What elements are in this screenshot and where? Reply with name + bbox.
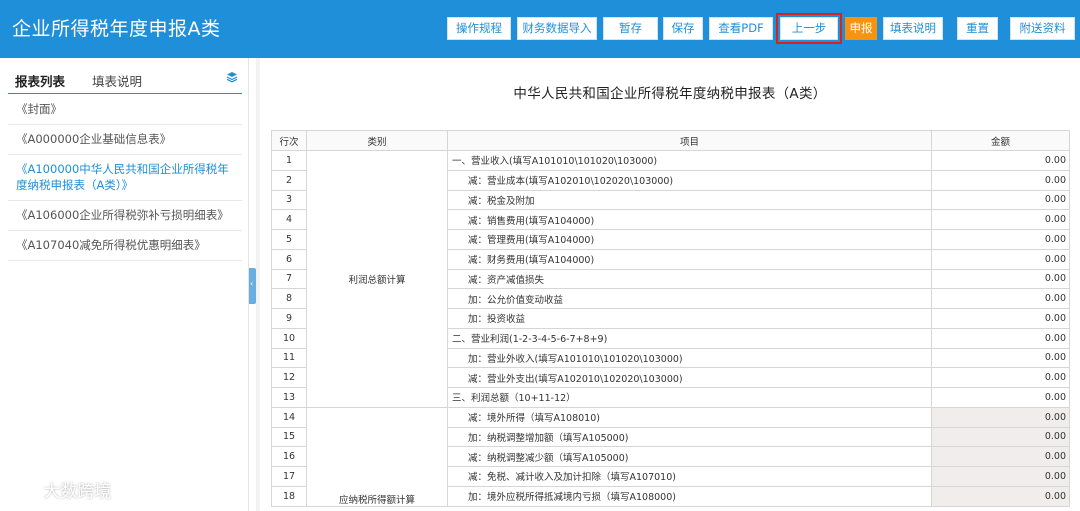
save-button[interactable]: 保存 (663, 17, 703, 40)
item-label: 加：投资收益 (447, 308, 932, 329)
sidebar: 报表列表 填表说明 《封面》 《A000000企业基础信息表》 《A100000… (0, 58, 249, 511)
operation-guide-button[interactable]: 操作规程 (447, 17, 511, 40)
item-label: 减：免税、减计收入及加计扣除（填写A107010) (447, 466, 932, 487)
row-number: 4 (271, 209, 307, 230)
row-number: 17 (271, 466, 307, 487)
temp-save-button[interactable]: 暂存 (603, 17, 658, 40)
amount-cell[interactable]: 0.00 (931, 288, 1070, 309)
item-label: 减：境外所得（填写A108010) (447, 406, 932, 428)
category-taxable-income: 应纳税所得额计算 (306, 406, 448, 507)
amount-cell[interactable]: 0.00 (931, 347, 1070, 369)
column-header-item: 项目 (447, 130, 932, 151)
item-label: 三、利润总额（10+11-12） (447, 387, 932, 408)
reset-button[interactable]: 重置 (957, 17, 998, 40)
report-list: 《封面》 《A000000企业基础信息表》 《A100000中华人民共和国企业所… (8, 95, 242, 261)
tab-report-list[interactable]: 报表列表 (15, 71, 65, 90)
app-header: 企业所得税年度申报A类 操作规程 财务数据导入 暂存 保存 查看PDF 上一步 … (0, 0, 1080, 58)
item-label: 二、营业利润(1-2-3-4-5-6-7+8+9) (447, 327, 932, 349)
row-number: 16 (271, 446, 307, 467)
item-label: 减：销售费用(填写A104000) (447, 209, 932, 230)
column-header-category: 类别 (306, 130, 448, 151)
row-number: 18 (271, 485, 307, 507)
row-number: 7 (271, 268, 307, 290)
amount-cell: 0.00 (931, 426, 1070, 448)
item-label: 加：营业外收入(填写A101010\101020\103000) (447, 347, 932, 369)
amount-cell: 0.00 (931, 406, 1070, 428)
amount-cell[interactable]: 0.00 (931, 248, 1070, 270)
amount-cell[interactable]: 0.00 (931, 209, 1070, 230)
amount-cell: 0.00 (931, 446, 1070, 467)
item-label: 减：财务费用(填写A104000) (447, 248, 932, 270)
sidebar-item-a100000[interactable]: 《A100000中华人民共和国企业所得税年度纳税申报表（A类）》 (8, 155, 242, 201)
column-header-row-no: 行次 (271, 130, 307, 151)
sidebar-tabs: 报表列表 填表说明 (8, 68, 242, 94)
watermark: 大数跨境 (8, 477, 111, 505)
table-header-row: 行次 类别 项目 金额 (271, 130, 1070, 151)
row-number: 5 (271, 229, 307, 250)
page-title: 企业所得税年度申报A类 (12, 18, 221, 40)
row-number: 11 (271, 347, 307, 369)
amount-cell: 0.00 (931, 485, 1070, 507)
item-label: 一、营业收入(填写A101010\101020\103000) (447, 150, 932, 171)
amount-cell[interactable]: 0.00 (931, 229, 1070, 250)
sidebar-collapse-handle[interactable]: ‹ (249, 268, 256, 304)
item-label: 减：税金及附加 (447, 189, 932, 211)
item-label: 减：纳税调整减少额（填写A105000) (447, 446, 932, 467)
item-label: 加：纳税调整增加额（填写A105000) (447, 426, 932, 448)
item-label: 减：资产减值损失 (447, 268, 932, 290)
view-pdf-button[interactable]: 查看PDF (709, 17, 773, 40)
row-number: 1 (271, 150, 307, 171)
item-label: 加：境外应税所得抵减境内亏损（填写A108000) (447, 485, 932, 507)
row-number: 3 (271, 189, 307, 211)
row-number: 10 (271, 327, 307, 349)
row-number: 2 (271, 169, 307, 191)
sidebar-item-cover[interactable]: 《封面》 (8, 95, 242, 125)
previous-step-button[interactable]: 上一步 (776, 13, 842, 44)
column-header-amount: 金额 (931, 130, 1070, 151)
row-number: 6 (271, 248, 307, 270)
amount-cell[interactable]: 0.00 (931, 150, 1070, 171)
amount-cell[interactable]: 0.00 (931, 308, 1070, 329)
row-number: 8 (271, 288, 307, 309)
tab-fill-instructions[interactable]: 填表说明 (92, 71, 142, 90)
declare-button[interactable]: 申报 (845, 17, 877, 40)
watermark-text: 大数跨境 (43, 482, 112, 502)
sidebar-item-a107040[interactable]: 《A107040减免所得税优惠明细表》 (8, 231, 242, 261)
attachments-button[interactable]: 附送资料 (1010, 17, 1075, 40)
main-content: 中华人民共和国企业所得税年度纳税申报表（A类） 行次 类别 项目 金额 1 利润总… (260, 58, 1080, 511)
sidebar-item-a106000[interactable]: 《A106000企业所得税弥补亏损明细表》 (8, 201, 242, 231)
amount-cell[interactable]: 0.00 (931, 169, 1070, 191)
sidebar-item-a000000[interactable]: 《A000000企业基础信息表》 (8, 125, 242, 155)
table-row: 1 利润总额计算 一、营业收入(填写A101010\101020\103000) 0.… (271, 150, 1070, 408)
declaration-table: 行次 类别 项目 金额 1 利润总额计算 一、营业收入(填写A101010\1010… (271, 130, 1070, 507)
amount-cell[interactable]: 0.00 (931, 327, 1070, 349)
row-number: 13 (271, 387, 307, 408)
row-number: 12 (271, 367, 307, 388)
amount-cell[interactable]: 0.00 (931, 268, 1070, 290)
amount-cell[interactable]: 0.00 (931, 367, 1070, 388)
table-body: 1 利润总额计算 一、营业收入(填写A101010\101020\103000) 0.… (271, 150, 1070, 507)
amount-cell: 0.00 (931, 466, 1070, 487)
chevron-left-icon: ‹ (250, 279, 254, 288)
report-title: 中华人民共和国企业所得税年度纳税申报表（A类） (513, 86, 827, 102)
layers-icon[interactable] (226, 71, 238, 83)
row-number: 9 (271, 308, 307, 329)
row-number: 14 (271, 406, 307, 428)
item-label: 减：营业外支出(填写A102010\102020\103000) (447, 367, 932, 388)
table-row: 14 应纳税所得额计算 减：境外所得（填写A108010) 0.00 (271, 406, 1070, 507)
item-label: 加：公允价值变动收益 (447, 288, 932, 309)
financial-data-import-button[interactable]: 财务数据导入 (517, 17, 597, 40)
amount-cell[interactable]: 0.00 (931, 189, 1070, 211)
row-number: 15 (271, 426, 307, 448)
brand-logo-icon (8, 483, 34, 499)
amount-cell[interactable]: 0.00 (931, 387, 1070, 408)
fill-instructions-button[interactable]: 填表说明 (883, 17, 943, 40)
item-label: 减：管理费用(填写A104000) (447, 229, 932, 250)
item-label: 减：营业成本(填写A102010\102020\103000) (447, 169, 932, 191)
category-profit-total: 利润总额计算 (306, 150, 448, 408)
